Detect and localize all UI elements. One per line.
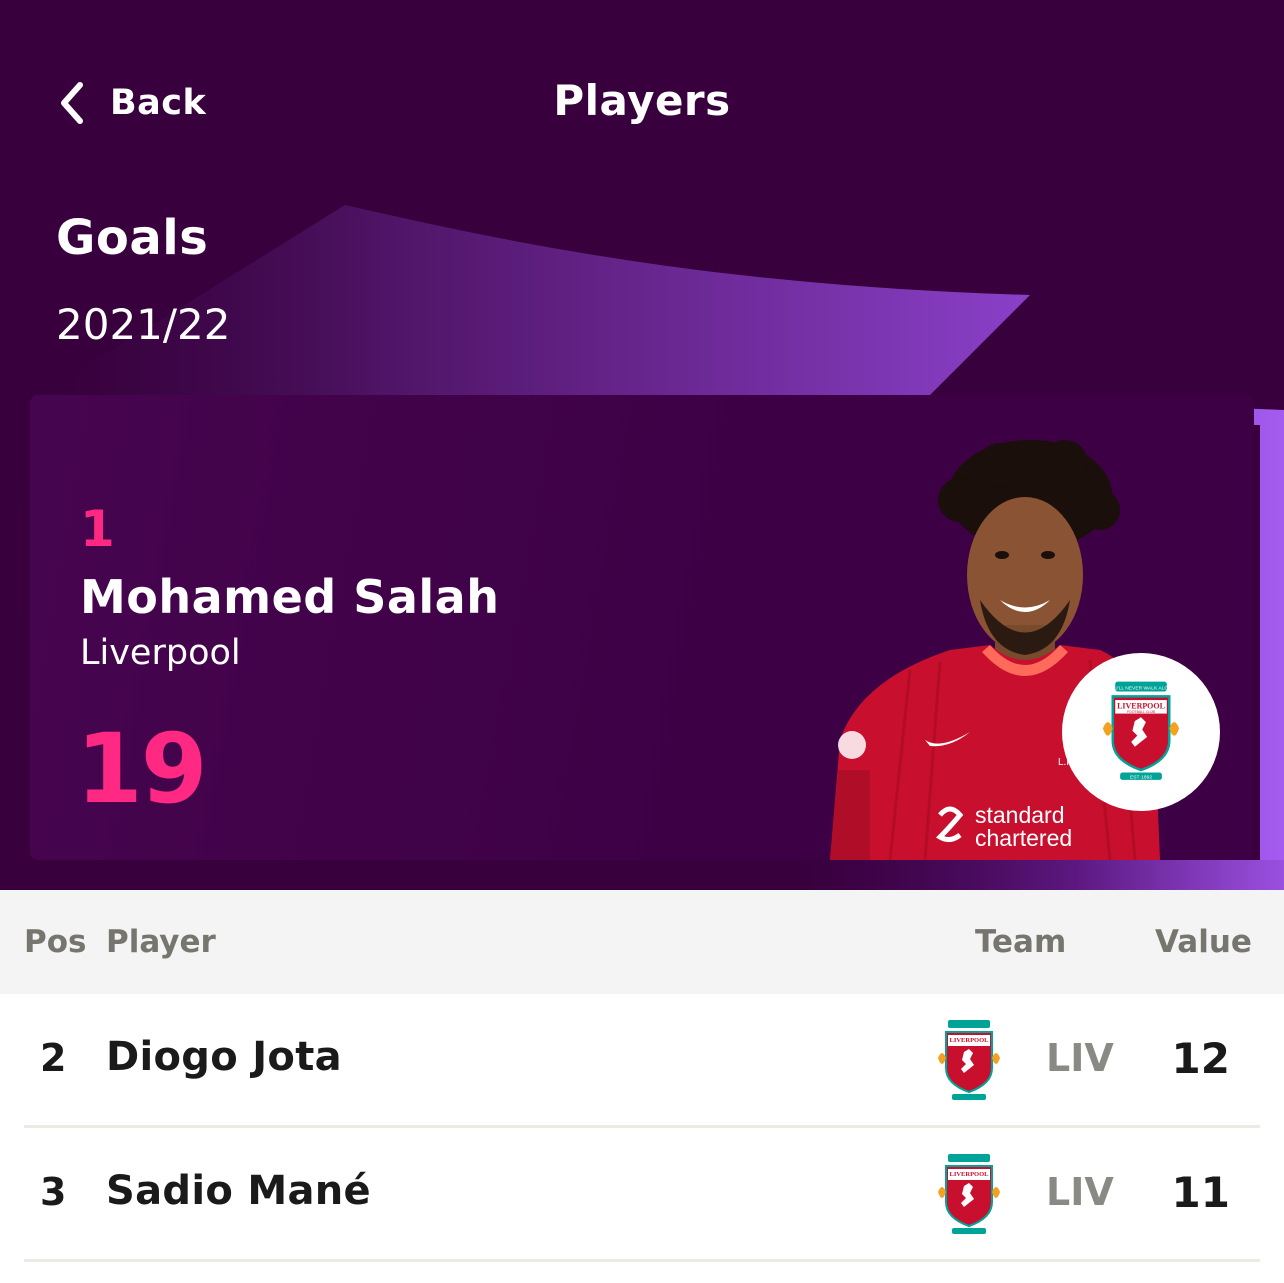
svg-text:LIVERPOOL: LIVERPOOL [949,1171,989,1178]
table-row[interactable]: 3 Sadio Mané LIVERPOOL LIV 11 [24,1128,1260,1262]
row-pos: 3 [40,1170,67,1214]
svg-text:EST·1892: EST·1892 [1130,775,1152,781]
table-header: Pos Player Team Value [0,890,1284,994]
header-pos: Pos [24,924,87,960]
row-value: 11 [1171,1168,1230,1217]
header-value: Value [1155,924,1252,960]
svg-text:YOU'LL NEVER WALK ALONE: YOU'LL NEVER WALK ALONE [1107,686,1176,692]
row-team: LIV [1046,1170,1114,1214]
season-label: 2021/22 [56,300,231,349]
leader-card[interactable]: 1 Mohamed Salah Liverpool 19 standard ch… [30,395,1254,860]
liverpool-crest-icon: LIVERPOOL [938,1154,1000,1234]
row-player-name: Diogo Jota [106,1034,342,1080]
liverpool-crest-icon: YOU'LL NEVER WALK ALONE LIVERPOOL FOOTBA… [1102,681,1180,781]
table-row[interactable]: 2 Diogo Jota LIVERPOOL LIV 12 [24,994,1260,1128]
svg-text:FOOTBALL CLUB: FOOTBALL CLUB [1127,710,1156,714]
page-title: Players [553,76,731,125]
stat-title: Goals [56,210,209,266]
svg-text:chartered: chartered [975,825,1072,851]
header-player: Player [106,924,216,960]
liverpool-crest-icon: LIVERPOOL [938,1020,1000,1100]
leader-club: Liverpool [80,633,241,673]
row-pos: 2 [40,1036,67,1080]
row-team: LIV [1046,1036,1114,1080]
stats-hero: Back Players Goals 2021/22 1 Mohamed Sal… [0,0,1284,890]
leader-rank: 1 [80,500,115,558]
svg-text:LIVERPOOL: LIVERPOOL [949,1037,989,1044]
leader-value: 19 [76,713,208,825]
header-team: Team [975,924,1067,960]
row-player-name: Sadio Mané [106,1168,371,1214]
leader-name: Mohamed Salah [80,570,500,624]
club-badge-large: YOU'LL NEVER WALK ALONE LIVERPOOL FOOTBA… [1062,653,1220,811]
row-value: 12 [1171,1034,1230,1083]
